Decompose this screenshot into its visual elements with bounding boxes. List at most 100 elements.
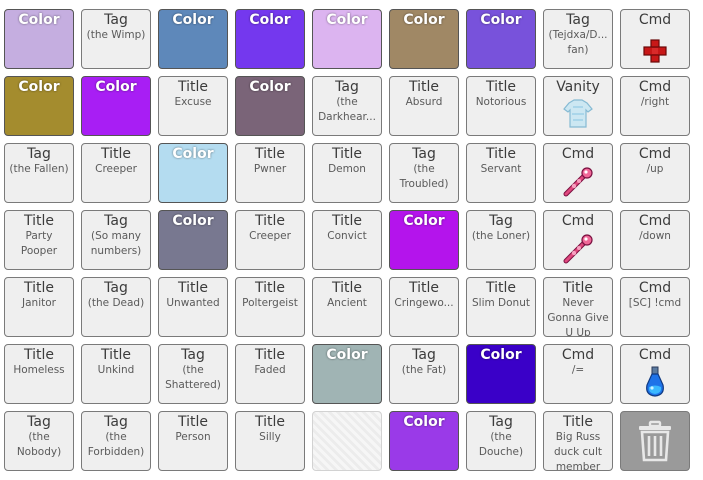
blue-potion-icon <box>643 365 667 399</box>
red-cross-icon <box>642 38 668 64</box>
slot-type-label: Color <box>326 347 368 363</box>
color-slot[interactable]: Color <box>235 76 305 136</box>
slot-value-text: /up <box>646 163 664 175</box>
color-slot[interactable]: Color <box>389 210 459 270</box>
title-slot[interactable]: Title Homeless <box>4 344 74 404</box>
title-slot[interactable]: Title Ancient <box>312 277 382 337</box>
cmd-slot[interactable]: Cmd/= <box>543 344 613 404</box>
tag-slot[interactable]: Tag (the Douche) <box>466 411 536 471</box>
vanity-slot[interactable]: Vanity <box>543 76 613 136</box>
tag-slot[interactable]: Tag (Tejdxa/D... fan) <box>543 9 613 69</box>
title-slot[interactable]: Title Silly <box>235 411 305 471</box>
slot-value-text: Never Gonna Give U Up <box>547 297 609 337</box>
slot-type-label: Tag <box>104 414 128 430</box>
color-slot[interactable]: Color <box>312 344 382 404</box>
title-slot[interactable]: Title Cringewo... <box>389 277 459 337</box>
cmd-slot[interactable]: Cmd <box>620 344 690 404</box>
tag-slot[interactable]: Tag (the Shattered) <box>158 344 228 404</box>
title-slot[interactable]: Title Party Pooper <box>4 210 74 270</box>
tag-slot[interactable]: Tag (the Dead) <box>81 277 151 337</box>
tag-slot[interactable]: Tag (the Darkhear... <box>312 76 382 136</box>
color-slot[interactable]: Color <box>158 9 228 69</box>
cmd-slot[interactable]: Cmd <box>543 210 613 270</box>
slot-type-label: Color <box>326 12 368 28</box>
slot-value-text: (the Fat) <box>401 364 447 376</box>
color-slot[interactable]: Color <box>4 76 74 136</box>
slot-type-label: Color <box>18 12 60 28</box>
color-slot[interactable]: Color <box>312 9 382 69</box>
slot-value-text: (the Douche) <box>478 431 524 458</box>
color-slot[interactable]: Color <box>235 9 305 69</box>
slot-type-label: Title <box>23 347 54 363</box>
slot-type-label: Color <box>480 12 522 28</box>
title-slot[interactable]: Title Never Gonna Give U Up <box>543 277 613 337</box>
tag-slot[interactable]: Tag (the Forbidden) <box>81 411 151 471</box>
slot-value-text: /down <box>639 230 671 242</box>
slot-type-label: Vanity <box>556 79 600 95</box>
slot-value-text: [SC] !cmd <box>628 297 682 309</box>
title-slot[interactable]: Title Poltergeist <box>235 277 305 337</box>
color-slot[interactable]: Color <box>158 143 228 203</box>
title-slot[interactable]: Title Faded <box>235 344 305 404</box>
tag-slot[interactable]: Tag (So many numbers) <box>81 210 151 270</box>
cmd-slot[interactable]: Cmd <box>620 9 690 69</box>
title-slot[interactable]: Title Demon <box>312 143 382 203</box>
title-slot[interactable]: Title Unwanted <box>158 277 228 337</box>
slot-value-text: (the Dead) <box>87 297 145 309</box>
color-slot[interactable]: Color <box>466 344 536 404</box>
slot-type-label: Tag <box>489 414 513 430</box>
title-slot[interactable]: Title Janitor <box>4 277 74 337</box>
slot-value-text: /right <box>640 96 670 108</box>
title-slot[interactable]: Title Servant <box>466 143 536 203</box>
slot-value-text: Homeless <box>13 364 65 376</box>
slot-value-text: Excuse <box>174 96 212 108</box>
title-slot[interactable]: Title Big Russ duck cult member <box>543 411 613 471</box>
title-slot[interactable]: Title Creeper <box>235 210 305 270</box>
color-slot[interactable]: Color <box>81 76 151 136</box>
cmd-slot[interactable]: Cmd [SC] !cmd <box>620 277 690 337</box>
cmd-slot[interactable]: Cmd <box>543 143 613 203</box>
slot-type-label: Color <box>403 12 445 28</box>
slot-value-text: (the Shattered) <box>165 364 221 391</box>
color-slot[interactable]: Color <box>158 210 228 270</box>
trash-slot[interactable] <box>620 411 690 471</box>
tag-slot[interactable]: Tag (the Fat) <box>389 344 459 404</box>
color-slot[interactable]: Color <box>389 9 459 69</box>
slot-value-text: (the Fallen) <box>9 163 69 175</box>
title-slot[interactable]: Title Creeper <box>81 143 151 203</box>
color-slot[interactable]: Color <box>4 9 74 69</box>
title-slot[interactable]: Title Person <box>158 411 228 471</box>
title-slot[interactable]: Title Convict <box>312 210 382 270</box>
slot-type-label: Color <box>172 213 214 229</box>
title-slot[interactable]: Title Unkind <box>81 344 151 404</box>
slot-type-label: Tag <box>27 414 51 430</box>
title-slot[interactable]: Title Pwner <box>235 143 305 203</box>
slot-type-label: Title <box>100 347 131 363</box>
tag-slot[interactable]: Tag (the Wimp) <box>81 9 151 69</box>
tag-slot[interactable]: Tag (the Nobody) <box>4 411 74 471</box>
cmd-slot[interactable]: Cmd/up <box>620 143 690 203</box>
slot-type-label: Title <box>23 213 54 229</box>
cmd-slot[interactable]: Cmd/right <box>620 76 690 136</box>
slot-type-label: Title <box>100 146 131 162</box>
slot-type-label: Title <box>485 146 516 162</box>
slot-value-text: Slim Donut <box>471 297 530 309</box>
slot-value-text: (the Loner) <box>471 230 531 242</box>
slot-value-text: Big Russ duck cult member <box>554 431 602 471</box>
tag-slot[interactable]: Tag (the Troubled) <box>389 143 459 203</box>
color-slot[interactable]: Color <box>466 9 536 69</box>
slot-type-label: Title <box>485 79 516 95</box>
empty-slot[interactable] <box>312 411 382 471</box>
color-slot[interactable]: Color <box>389 411 459 471</box>
title-slot[interactable]: Title Notorious <box>466 76 536 136</box>
slot-value-text: Creeper <box>95 163 137 175</box>
tag-slot[interactable]: Tag (the Loner) <box>466 210 536 270</box>
slot-type-label: Tag <box>412 347 436 363</box>
slot-value-text: /= <box>571 364 585 376</box>
title-slot[interactable]: Title Excuse <box>158 76 228 136</box>
title-slot[interactable]: Title Slim Donut <box>466 277 536 337</box>
title-slot[interactable]: Title Absurd <box>389 76 459 136</box>
cmd-slot[interactable]: Cmd/down <box>620 210 690 270</box>
tag-slot[interactable]: Tag (the Fallen) <box>4 143 74 203</box>
slot-value-text: (the Darkhear... <box>318 96 376 123</box>
